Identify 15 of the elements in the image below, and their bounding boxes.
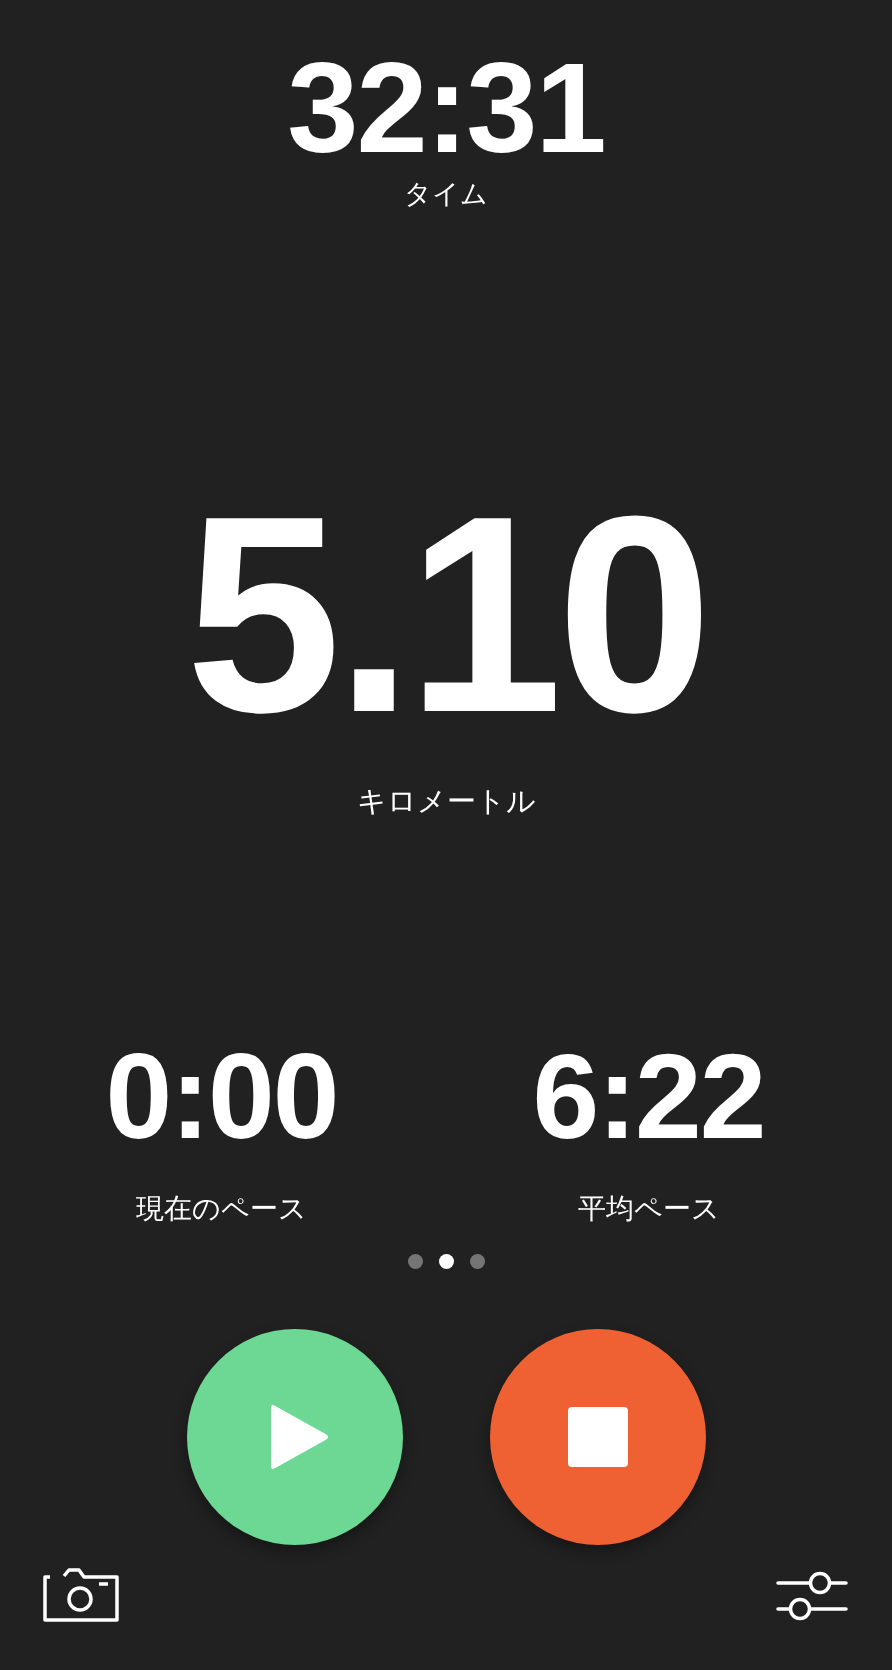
pace-value: 6:22 <box>532 1036 765 1156</box>
time-label: タイム <box>404 178 488 211</box>
stop-icon <box>567 1407 628 1467</box>
pace-label: 現在のペース <box>136 1192 307 1226</box>
pace-label: 平均ペース <box>577 1192 720 1226</box>
play-icon <box>268 1403 329 1471</box>
settings-icon[interactable] <box>776 1569 848 1621</box>
page-dot[interactable] <box>469 1254 485 1269</box>
pace-value: 0:00 <box>105 1036 338 1156</box>
camera-icon[interactable] <box>42 1567 120 1623</box>
distance-unit: キロメートル <box>356 784 536 819</box>
distance-value: 5.10 <box>185 474 707 754</box>
page-dot[interactable] <box>407 1254 423 1269</box>
elapsed-time: 32:31 <box>287 44 605 172</box>
page-dot[interactable] <box>438 1254 454 1269</box>
